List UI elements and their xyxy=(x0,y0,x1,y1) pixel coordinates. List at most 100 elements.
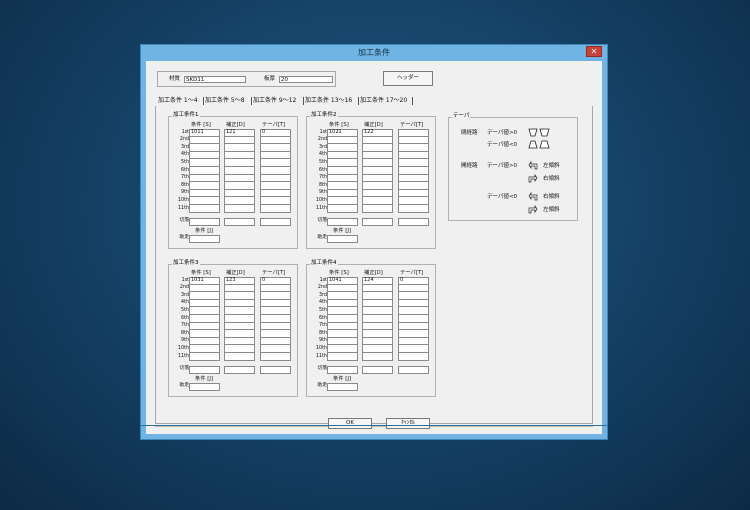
cut-cell-t[interactable] xyxy=(398,217,429,226)
condition-cell-s[interactable] xyxy=(189,322,220,331)
condition-cell-d[interactable] xyxy=(362,144,393,152)
condition-cell-t[interactable] xyxy=(260,144,291,152)
condition-cell-t[interactable] xyxy=(398,136,429,145)
condition-cell-t[interactable] xyxy=(398,159,429,167)
cut-cell-d[interactable] xyxy=(362,217,393,226)
condition-cell-t[interactable] xyxy=(398,330,429,338)
condition-cell-s[interactable] xyxy=(327,284,358,293)
cut-cell-t[interactable] xyxy=(260,365,291,374)
condition-cell-d[interactable] xyxy=(224,315,255,323)
condition-cell-s[interactable] xyxy=(327,330,358,338)
condition-cell-d[interactable] xyxy=(362,167,393,175)
condition-cell-s[interactable] xyxy=(327,136,358,145)
ok-button[interactable]: OK xyxy=(328,418,372,429)
condition-cell-s[interactable] xyxy=(327,337,358,346)
condition-cell-d[interactable] xyxy=(362,174,393,183)
tab-conditions-9-12[interactable]: 加工条件 9〜12 xyxy=(253,96,296,106)
condition-cell-t[interactable] xyxy=(260,189,291,198)
condition-cell-s[interactable] xyxy=(189,299,220,308)
condition-cell-t[interactable] xyxy=(260,182,291,190)
cut-cell-d[interactable] xyxy=(362,365,393,374)
condition-cell-t[interactable] xyxy=(260,167,291,175)
condition-cell-t[interactable] xyxy=(398,299,429,308)
condition-cell-s[interactable] xyxy=(189,159,220,167)
condition-cell-d[interactable] xyxy=(224,159,255,167)
condition-cell-s[interactable] xyxy=(189,292,220,300)
condition-cell-s[interactable] xyxy=(189,182,220,190)
condition-cell-d[interactable] xyxy=(224,322,255,331)
assist-cell-j[interactable] xyxy=(189,382,220,391)
condition-cell-d[interactable] xyxy=(224,151,255,160)
condition-cell-s[interactable] xyxy=(327,307,358,315)
condition-cell-t[interactable] xyxy=(398,167,429,175)
condition-cell-t[interactable] xyxy=(260,205,291,213)
condition-cell-s[interactable] xyxy=(327,182,358,190)
condition-cell-d[interactable] xyxy=(224,167,255,175)
condition-cell-s[interactable] xyxy=(327,144,358,152)
condition-cell-s[interactable] xyxy=(327,159,358,167)
condition-cell-d[interactable] xyxy=(224,189,255,198)
condition-cell-t[interactable] xyxy=(398,353,429,361)
cut-cell-d[interactable] xyxy=(224,365,255,374)
condition-cell-d[interactable] xyxy=(362,330,393,338)
condition-cell-t[interactable] xyxy=(398,205,429,213)
condition-cell-s[interactable] xyxy=(327,174,358,183)
condition-cell-s[interactable] xyxy=(189,151,220,160)
condition-cell-s[interactable] xyxy=(189,197,220,205)
condition-cell-d[interactable] xyxy=(224,136,255,145)
condition-cell-d[interactable] xyxy=(224,337,255,346)
condition-cell-d[interactable] xyxy=(362,322,393,331)
condition-cell-s[interactable] xyxy=(327,345,358,353)
condition-cell-t[interactable] xyxy=(260,315,291,323)
condition-cell-s[interactable] xyxy=(189,337,220,346)
condition-cell-d[interactable] xyxy=(224,144,255,152)
condition-cell-s[interactable] xyxy=(189,205,220,213)
condition-cell-s[interactable] xyxy=(189,345,220,353)
tab-conditions-1-4[interactable]: 加工条件 1〜4 xyxy=(158,96,198,106)
condition-cell-d[interactable] xyxy=(224,182,255,190)
condition-cell-t[interactable] xyxy=(260,284,291,293)
condition-cell-t[interactable] xyxy=(398,307,429,315)
condition-cell-t[interactable] xyxy=(260,136,291,145)
condition-cell-d[interactable] xyxy=(362,182,393,190)
condition-cell-t[interactable] xyxy=(398,345,429,353)
condition-cell-s[interactable] xyxy=(327,299,358,308)
condition-cell-d[interactable] xyxy=(224,330,255,338)
condition-cell-d[interactable] xyxy=(362,136,393,145)
condition-cell-t[interactable] xyxy=(260,292,291,300)
cut-cell-s[interactable] xyxy=(189,365,220,374)
condition-cell-t[interactable] xyxy=(398,284,429,293)
condition-cell-s[interactable] xyxy=(327,151,358,160)
condition-cell-t[interactable] xyxy=(398,151,429,160)
condition-cell-t[interactable] xyxy=(398,322,429,331)
cut-cell-s[interactable] xyxy=(327,365,358,374)
assist-cell-j[interactable] xyxy=(189,234,220,243)
condition-cell-t[interactable] xyxy=(260,345,291,353)
condition-cell-d[interactable] xyxy=(224,299,255,308)
material-field[interactable]: SKD11 xyxy=(184,76,246,83)
condition-cell-s[interactable] xyxy=(327,292,358,300)
condition-cell-s[interactable] xyxy=(189,189,220,198)
condition-cell-t[interactable] xyxy=(398,144,429,152)
condition-cell-s[interactable] xyxy=(327,315,358,323)
condition-cell-d[interactable] xyxy=(362,315,393,323)
condition-cell-t[interactable] xyxy=(398,292,429,300)
condition-cell-d[interactable] xyxy=(224,284,255,293)
condition-cell-s[interactable] xyxy=(327,167,358,175)
condition-cell-t[interactable] xyxy=(260,353,291,361)
condition-cell-s[interactable] xyxy=(189,307,220,315)
condition-cell-d[interactable] xyxy=(224,353,255,361)
condition-cell-d[interactable] xyxy=(362,284,393,293)
condition-cell-d[interactable] xyxy=(362,353,393,361)
cut-cell-s[interactable] xyxy=(327,217,358,226)
assist-cell-j[interactable] xyxy=(327,234,358,243)
tab-conditions-17-20[interactable]: 加工条件 17〜20 xyxy=(360,96,407,106)
condition-cell-t[interactable] xyxy=(260,159,291,167)
condition-cell-t[interactable] xyxy=(398,337,429,346)
cut-cell-d[interactable] xyxy=(224,217,255,226)
condition-cell-s[interactable] xyxy=(189,144,220,152)
condition-cell-s[interactable] xyxy=(189,353,220,361)
condition-cell-s[interactable] xyxy=(189,174,220,183)
condition-cell-t[interactable] xyxy=(260,330,291,338)
condition-cell-t[interactable] xyxy=(260,322,291,331)
